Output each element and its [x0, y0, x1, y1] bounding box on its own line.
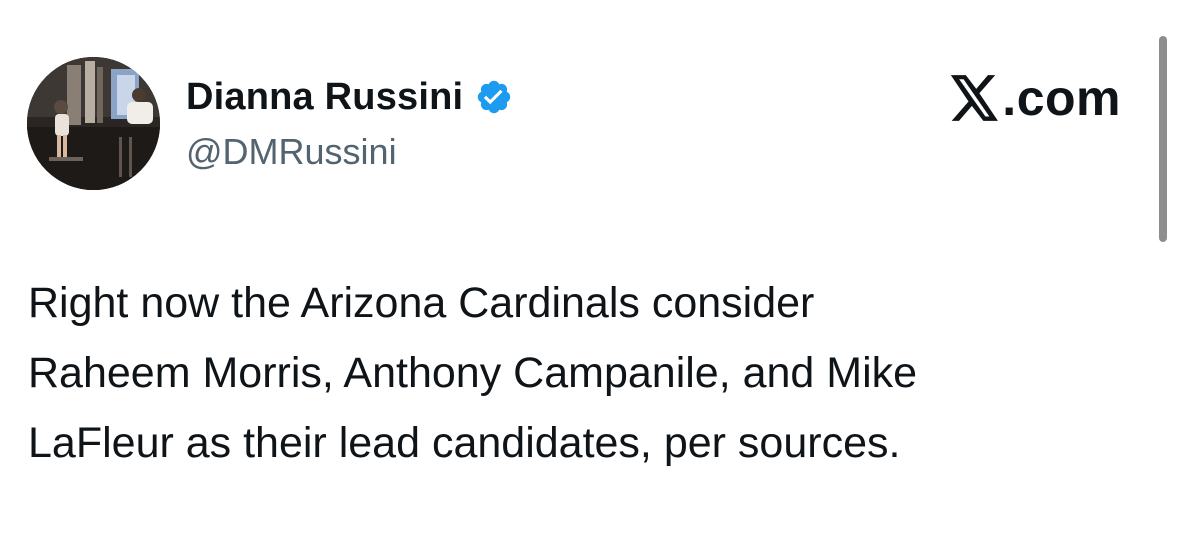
avatar-photo-icon: [27, 57, 160, 190]
tweet-text: Right now the Arizona Cardinals consider…: [28, 279, 918, 467]
scrollbar[interactable]: [1159, 36, 1167, 242]
brand-logo: .com: [950, 70, 1121, 126]
author-handle[interactable]: @DMRussini: [186, 131, 397, 173]
avatar[interactable]: [27, 57, 160, 190]
verified-badge-icon[interactable]: [475, 78, 513, 116]
author-display-name[interactable]: Dianna Russini: [186, 76, 463, 119]
brand-label: .com: [1002, 70, 1121, 126]
x-logo-icon: [951, 75, 999, 121]
tweet-card: Dianna Russini @DMRussini .com Right now…: [0, 0, 1179, 543]
author-name-row[interactable]: Dianna Russini: [186, 74, 513, 120]
